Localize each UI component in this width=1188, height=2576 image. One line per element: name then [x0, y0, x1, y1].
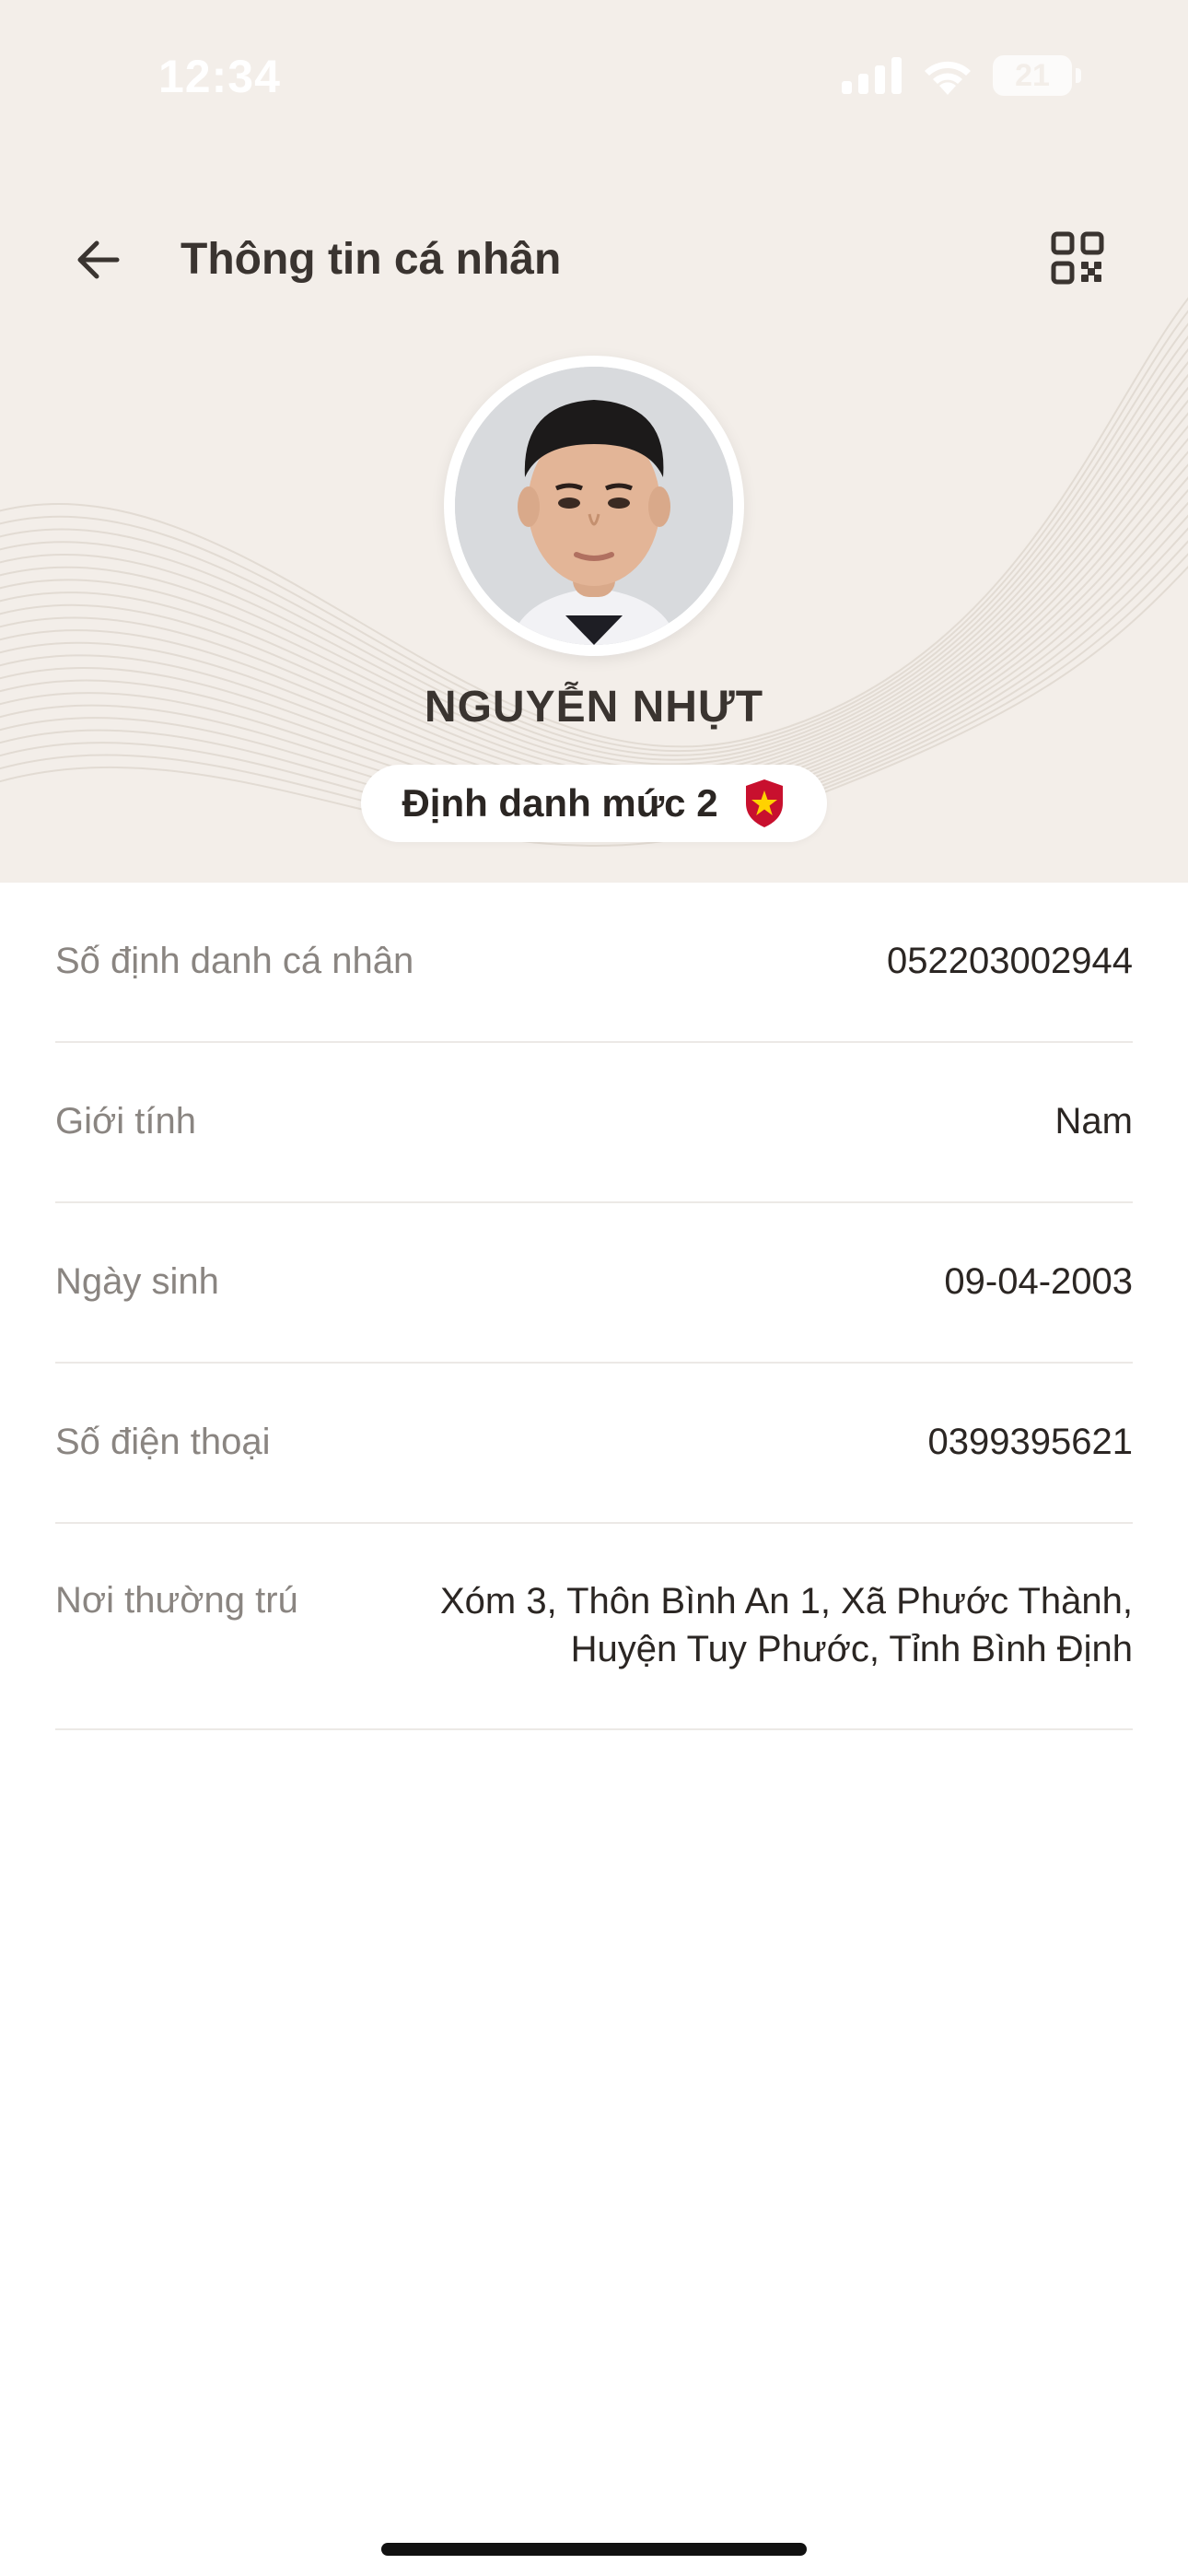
avatar-photo	[455, 367, 733, 645]
status-time: 12:34	[158, 51, 281, 102]
wifi-icon	[925, 61, 971, 95]
battery-icon: 21	[993, 55, 1072, 96]
status-icons: 21	[842, 55, 1081, 96]
info-value: 09-04-2003	[944, 1261, 1133, 1302]
info-label: Ngày sinh	[55, 1261, 219, 1302]
home-indicator[interactable]	[381, 2543, 807, 2556]
info-value: 052203002944	[887, 941, 1133, 981]
status-bar: 12:34 21	[0, 0, 1188, 157]
info-label: Giới tính	[55, 1101, 196, 1142]
page-title: Thông tin cá nhân	[181, 235, 562, 284]
qr-code-button[interactable]	[1048, 228, 1107, 287]
identification-level-badge: Định danh mức 2	[361, 765, 827, 842]
nav-bar: Thông tin cá nhân	[0, 203, 1188, 313]
avatar-frame	[444, 356, 744, 656]
personal-info-list: Số định danh cá nhân 052203002944 Giới t…	[55, 883, 1133, 1730]
profile-header: 12:34 21 Thông tin cá nhân NGUYỄN NHỰT Đ…	[0, 0, 1188, 883]
info-row-date-of-birth: Ngày sinh 09-04-2003	[55, 1203, 1133, 1364]
shield-star-icon	[745, 779, 783, 827]
battery-tip	[1076, 68, 1081, 83]
address-line-2: Huyện Tuy Phước, Tỉnh Bình Định	[570, 1629, 1133, 1669]
info-row-phone-number: Số điện thoại 0399395621	[55, 1364, 1133, 1524]
battery-level: 21	[1015, 57, 1050, 93]
info-value: 0399395621	[927, 1422, 1133, 1462]
info-label: Số định danh cá nhân	[55, 941, 414, 981]
back-arrow-icon	[77, 240, 120, 279]
signal-icon	[842, 57, 902, 94]
address-line-1: Xóm 3, Thôn Bình An 1, Xã Phước Thành,	[440, 1581, 1133, 1622]
user-name: NGUYỄN NHỰT	[424, 683, 764, 732]
qr-code-icon	[1051, 231, 1104, 285]
info-row-gender: Giới tính Nam	[55, 1043, 1133, 1203]
info-row-permanent-address: Nơi thường trú Xóm 3, Thôn Bình An 1, Xã…	[55, 1524, 1133, 1730]
address-value: Xóm 3, Thôn Bình An 1, Xã Phước Thành, H…	[440, 1577, 1133, 1673]
info-row-personal-id: Số định danh cá nhân 052203002944	[55, 883, 1133, 1043]
avatar	[455, 367, 733, 645]
info-label: Nơi thường trú	[55, 1580, 298, 1621]
info-label: Số điện thoại	[55, 1422, 271, 1462]
identification-level-label: Định danh mức 2	[402, 781, 718, 825]
back-button[interactable]	[68, 230, 127, 289]
info-value: Nam	[1054, 1101, 1133, 1142]
